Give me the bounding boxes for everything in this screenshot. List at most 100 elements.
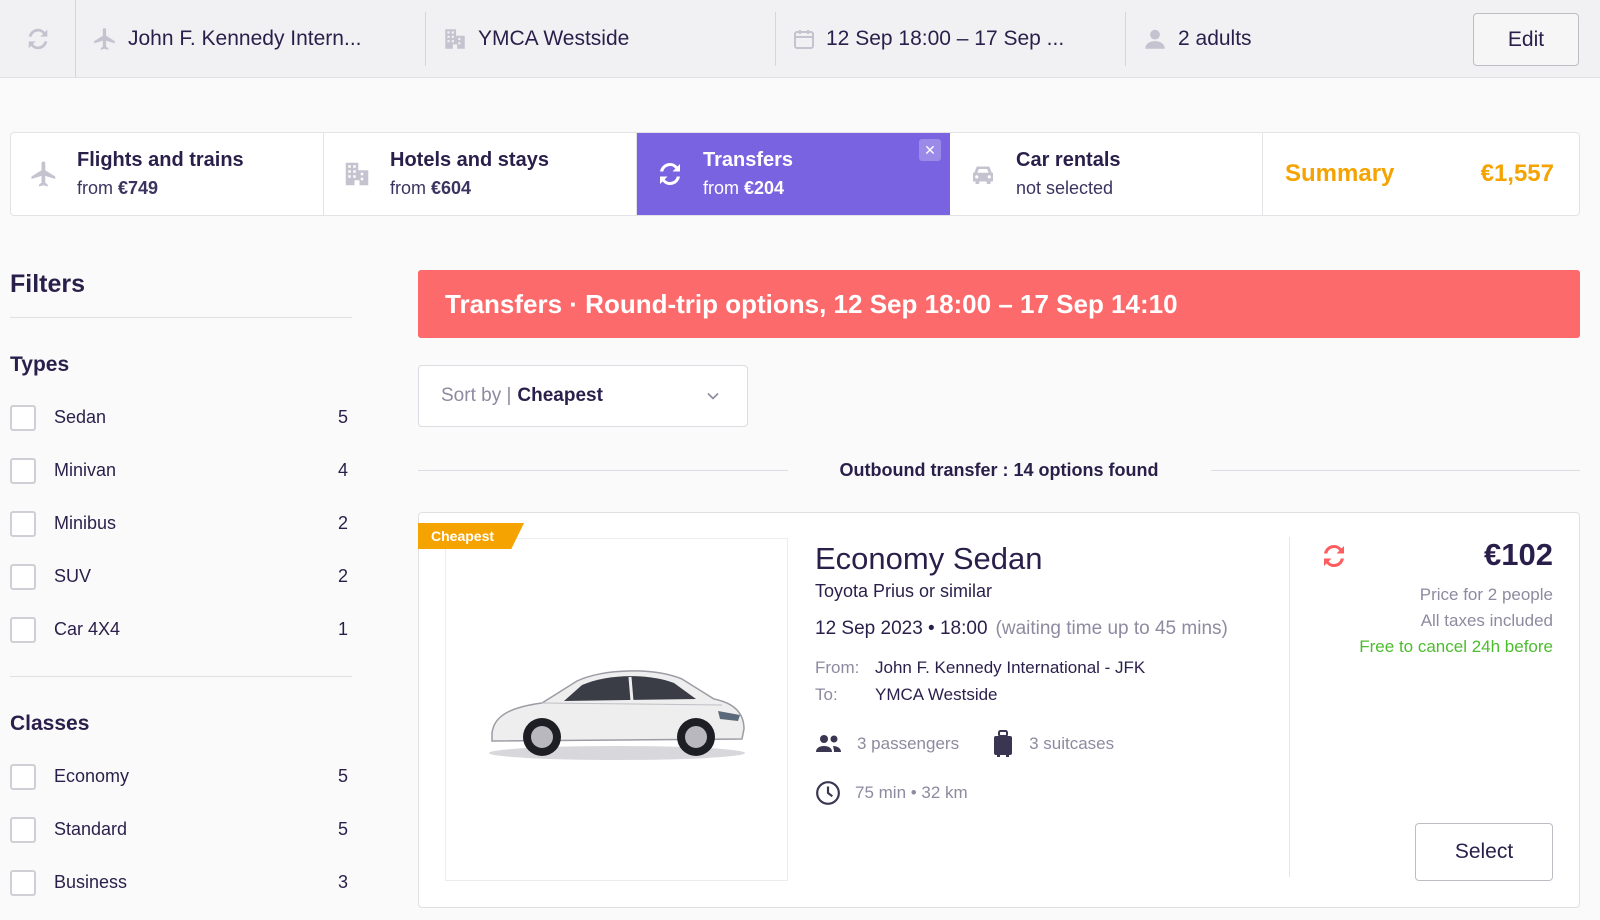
checkbox[interactable] [10,404,36,431]
capacity-row: 3 passengers 3 suitcases [815,730,1275,758]
cancellation-note: Free to cancel 24h before [1359,637,1553,656]
checkbox[interactable] [10,763,36,790]
from-location: John F. Kennedy International - JFK [875,658,1146,677]
price: €102 [1484,537,1553,572]
filter-label: Business [54,872,128,892]
airplane-icon [31,161,56,187]
filter-count: 5 [337,407,348,427]
refresh-icon[interactable] [0,0,76,78]
chevron-down-icon [707,392,719,400]
filter-count: 3 [337,872,348,892]
filter-option[interactable]: Standard 5 [10,803,352,856]
building-icon [445,28,465,49]
filter-count: 2 [337,513,348,533]
waiting-time: (waiting time up to 45 mins) [995,618,1228,639]
car-icon [973,166,993,184]
tab-title: Flights and trains [77,149,244,171]
tab-transfers[interactable]: Transfers from €204 ✕ [637,133,950,215]
filter-option[interactable]: Business 3 [10,856,352,909]
classes-heading: Classes [10,712,90,735]
sort-value: Cheapest [517,385,603,406]
sort-dropdown[interactable]: Sort by | Cheapest [418,365,748,427]
edit-trip-button[interactable]: Edit [1473,13,1579,66]
duration-info: 75 min • 32 km [815,780,968,806]
filter-option[interactable]: Car 4X4 1 [10,603,352,656]
suitcase-icon [994,730,1013,757]
destination-text: YMCA Westside [478,26,630,50]
checkbox[interactable] [10,563,36,590]
close-icon[interactable]: ✕ [919,139,941,161]
tab-prefix: from [77,178,113,198]
tab-car-rentals[interactable]: Car rentals not selected [950,133,1263,215]
tab-hotels[interactable]: Hotels and stays from €604 [324,133,637,215]
taxes-note: All taxes included [1420,611,1553,630]
filter-option[interactable]: SUV 2 [10,550,352,603]
filter-label: Economy [54,766,130,786]
filter-option[interactable]: Economy 5 [10,750,352,803]
duration-row: 75 min • 32 km [815,780,1275,806]
building-icon [345,162,369,186]
destination-field[interactable]: YMCA Westside [426,11,776,66]
vehicle-model: Toyota Prius or similar [815,581,993,601]
outbound-header: Outbound transfer : 14 options found [418,458,1581,482]
airplane-icon [94,27,115,50]
checkbox[interactable] [10,869,36,896]
types-heading: Types [10,353,70,376]
filter-label: Car 4X4 [54,619,121,639]
filter-count: 5 [337,819,348,839]
calendar-icon [794,29,814,49]
tab-summary[interactable]: Summary €1,557 [1263,133,1576,215]
checkbox[interactable] [10,616,36,643]
pickup-time: 12 Sep 2023 • 18:00 (waiting time up to 4… [815,618,1275,640]
tab-title: Transfers [703,149,794,171]
passengers-text: 3 passengers [857,734,960,753]
filter-option[interactable]: Minivan 4 [10,444,352,497]
checkbox[interactable] [10,510,36,537]
from-label: From: [815,658,860,677]
transfer-icon [660,162,680,186]
dates-text: 12 Sep 18:00 – 17 Sep ... [826,26,1065,50]
filter-label: Minivan [54,460,117,480]
filter-option[interactable]: Minibus 2 [10,497,352,550]
tab-prefix: from [390,178,426,198]
to-location: YMCA Westside [875,685,998,704]
cheapest-badge: Cheapest [418,523,525,549]
dates-field[interactable]: 12 Sep 18:00 – 17 Sep ... [776,11,1126,66]
tab-price: €204 [744,178,785,198]
vehicle-photo [445,538,788,881]
to-label: To: [815,685,838,704]
filter-count: 4 [337,460,348,480]
filter-label: Standard [54,819,128,839]
checkbox[interactable] [10,816,36,843]
results-banner: Transfers · Round-trip options, 12 Sep 1… [418,270,1580,338]
travelers-field[interactable]: 2 adults [1126,12,1386,66]
origin-text: John F. Kennedy Intern... [128,26,362,50]
origin-field[interactable]: John F. Kennedy Intern... [76,11,426,66]
filter-count: 5 [337,766,348,786]
divider [418,469,788,471]
divider [10,676,352,677]
pickup-datetime: 12 Sep 2023 • 18:00 [815,618,988,639]
summary-total: €1,557 [1480,160,1554,187]
price-panel: €102 Price for 2 people All taxes includ… [1283,537,1553,657]
tab-flights[interactable]: Flights and trains from €749 [11,133,324,215]
people-icon [816,735,841,752]
filters-title: Filters [10,270,352,318]
clock-icon [816,781,840,805]
suitcases-info: 3 suitcases [991,730,1114,758]
checkbox[interactable] [10,457,36,484]
sort-label: Sort by | [441,385,512,406]
tab-title: Car rentals [1016,149,1121,171]
category-tabs: Flights and trains from €749 Hotels and … [10,132,1580,216]
tab-title: Hotels and stays [390,149,549,171]
filter-count: 2 [337,566,348,586]
filter-option[interactable]: Sedan 5 [10,391,352,444]
select-button[interactable]: Select [1415,823,1553,881]
trip-summary-bar: John F. Kennedy Intern... YMCA Westside … [0,0,1600,78]
transfer-result-card: Cheapest Economy Sedan Toyota Prius or s… [418,512,1580,908]
travelers-text: 2 adults [1178,26,1252,50]
car-image [488,669,745,760]
summary-label: Summary [1285,160,1395,187]
outbound-count: Outbound transfer : 14 options found [839,459,1159,480]
tab-price: €604 [431,178,472,198]
